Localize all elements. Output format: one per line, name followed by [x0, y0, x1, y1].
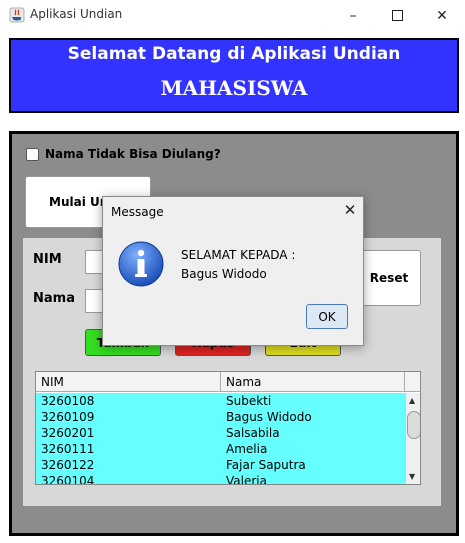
cell-nama: Salsabila — [226, 426, 280, 440]
cell-nama: Subekti — [226, 394, 272, 408]
dialog-close-button[interactable]: ✕ — [341, 201, 359, 219]
minimize-button[interactable]: – — [330, 0, 376, 31]
window-title: Aplikasi Undian — [30, 7, 123, 21]
cell-nim: 3260111 — [41, 442, 95, 456]
scroll-up-icon[interactable]: ▲ — [409, 396, 415, 405]
table-row[interactable]: 3260201 Salsabila — [36, 425, 405, 441]
mulai-undian-label: Mulai Un — [49, 195, 109, 209]
cell-nim: 3260201 — [41, 426, 95, 440]
header-subtitle: MAHASISWA — [160, 76, 308, 100]
cell-nim: 3260109 — [41, 410, 95, 424]
cell-nama: Bagus Widodo — [226, 410, 312, 424]
dialog-message-line1: SELAMAT KEPADA : — [181, 248, 296, 262]
close-icon: ✕ — [436, 7, 448, 24]
title-bar: Aplikasi Undian – ✕ — [0, 0, 465, 31]
table-scrollbar[interactable]: ▲ ▼ — [405, 393, 420, 484]
welcome-title: Selamat Datang di Aplikasi Undian — [67, 44, 401, 64]
maximize-icon — [391, 10, 403, 21]
scroll-thumb[interactable] — [407, 411, 420, 439]
column-header-nama[interactable]: Nama — [221, 372, 405, 392]
cell-nama: Fajar Saputra — [226, 458, 306, 472]
scroll-down-icon[interactable]: ▼ — [409, 472, 415, 481]
cell-nama: Valeria — [226, 474, 267, 485]
cell-nim: 3260122 — [41, 458, 95, 472]
reset-button[interactable]: Reset — [357, 250, 421, 306]
no-repeat-label: Nama Tidak Bisa Diulang? — [45, 147, 221, 161]
minimize-icon: – — [349, 7, 357, 24]
table-row[interactable]: 3260111 Amelia — [36, 441, 405, 457]
dialog-message-winner: Bagus Widodo — [181, 267, 267, 281]
nama-label: Nama — [33, 291, 75, 306]
mahasiswa-table[interactable]: NIM Nama 3260108 Subekti 3260109 Bagus W… — [35, 371, 421, 485]
table-row[interactable]: 3260122 Fajar Saputra — [36, 457, 405, 473]
table-row[interactable]: 3260104 Valeria — [36, 473, 405, 485]
table-body: 3260108 Subekti 3260109 Bagus Widodo 326… — [36, 393, 405, 485]
close-icon: ✕ — [343, 201, 357, 219]
table-row[interactable]: 3260108 Subekti — [36, 393, 405, 409]
info-icon — [118, 241, 164, 287]
message-dialog: Message ✕ SELAMAT KEPADA : Bagus Widodo … — [102, 196, 364, 346]
maximize-button[interactable] — [374, 0, 420, 31]
column-header-corner — [405, 372, 420, 392]
dialog-title: Message — [111, 205, 164, 219]
reset-label: Reset — [369, 271, 409, 285]
column-header-nim[interactable]: NIM — [36, 372, 221, 392]
welcome-header: Selamat Datang di Aplikasi Undian MAHASI… — [9, 38, 459, 113]
cell-nim: 3260108 — [41, 394, 95, 408]
no-repeat-checkbox[interactable] — [26, 148, 39, 161]
ok-button[interactable]: OK — [306, 304, 348, 329]
cell-nim: 3260104 — [41, 474, 95, 485]
cell-nama: Amelia — [226, 442, 268, 456]
table-row[interactable]: 3260109 Bagus Widodo — [36, 409, 405, 425]
ok-label: OK — [318, 309, 336, 324]
close-button[interactable]: ✕ — [419, 0, 465, 31]
nim-label: NIM — [33, 252, 62, 267]
java-app-icon — [9, 7, 25, 23]
